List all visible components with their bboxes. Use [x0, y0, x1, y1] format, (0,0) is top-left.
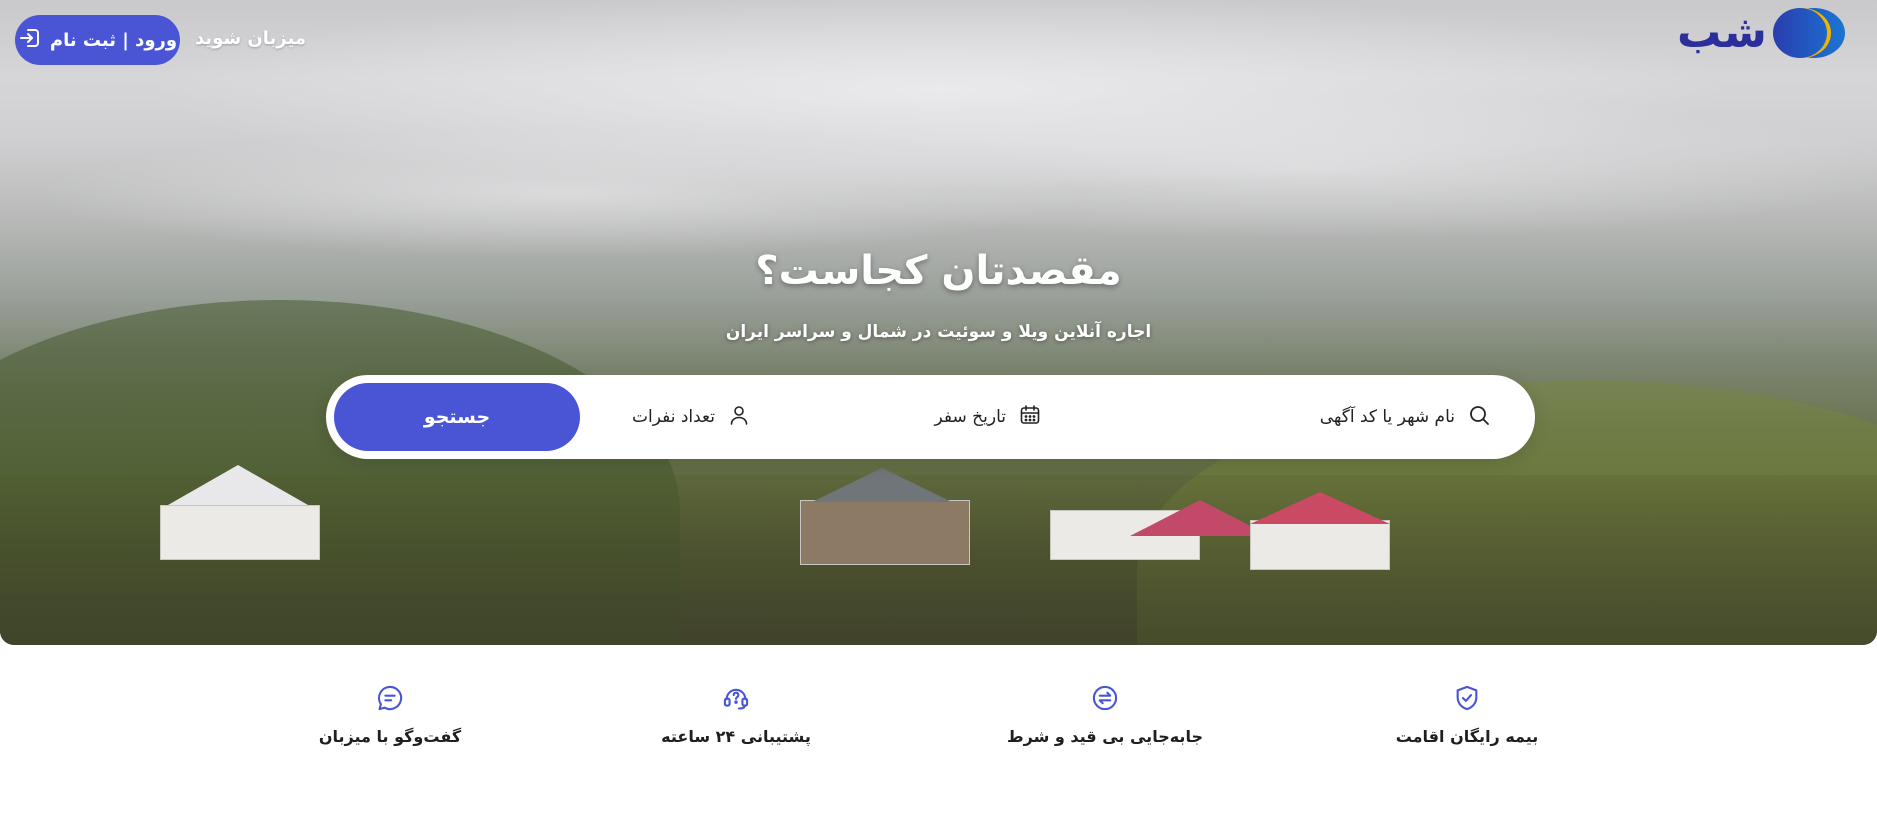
feature-label: جابه‌جایی بی قید و شرط: [1007, 727, 1203, 746]
search-icon: [1467, 403, 1491, 432]
hero-roof: [1250, 492, 1390, 524]
login-register-button[interactable]: ورود | ثبت نام: [15, 15, 180, 65]
headset-icon: [721, 683, 751, 713]
search-button[interactable]: جستجو: [334, 383, 580, 451]
hero-house: [800, 500, 970, 565]
hero-roof: [1130, 500, 1270, 536]
swap-icon: [1090, 683, 1120, 713]
hero-house: [160, 505, 320, 560]
login-register-label: ورود | ثبت نام: [49, 29, 178, 51]
hero-title: مقصدتان کجاست؟: [755, 248, 1122, 294]
city-search-field[interactable]: نام شهر یا کد آگهی: [1320, 375, 1491, 459]
hero-banner: شب ورود | ثبت نام میزبان شوید مقصدتان کج…: [0, 0, 1877, 645]
hero-roof: [812, 468, 952, 502]
feature-free-rescheduling: جابه‌جایی بی قید و شرط: [985, 683, 1225, 763]
guests-count-field[interactable]: تعداد نفرات: [632, 375, 751, 459]
feature-label: بیمه رایگان اقامت: [1395, 727, 1539, 746]
hero-roof: [168, 465, 308, 505]
feature-chat-with-host: گفت‌وگو با میزبان: [270, 683, 510, 763]
hero-subtitle: اجاره آنلاین ویلا و سوئیت در شمال و سراس…: [725, 322, 1152, 342]
feature-free-insurance: بیمه رایگان اقامت: [1347, 683, 1587, 763]
feature-support-24h: پشتیبانی ۲۴ ساعته: [616, 683, 856, 763]
login-icon: [18, 26, 42, 55]
logo-mark-icon: [1773, 6, 1845, 60]
calendar-icon: [1018, 403, 1042, 432]
travel-date-field[interactable]: تاریخ سفر: [935, 375, 1042, 459]
city-search-placeholder: نام شهر یا کد آگهی: [1319, 407, 1455, 427]
hero-house: [1250, 520, 1390, 570]
search-bar: نام شهر یا کد آگهی تاریخ سفر تعداد نفرات…: [326, 375, 1535, 459]
become-host-link[interactable]: میزبان شوید: [195, 24, 306, 54]
logo-text: شب: [1677, 7, 1767, 58]
guests-count-label: تعداد نفرات: [632, 407, 715, 427]
feature-label: گفت‌وگو با میزبان: [318, 727, 462, 746]
shield-check-icon: [1452, 683, 1482, 713]
site-logo[interactable]: شب: [1677, 6, 1845, 60]
travel-date-label: تاریخ سفر: [934, 407, 1006, 427]
chat-icon: [375, 683, 405, 713]
user-icon: [727, 403, 751, 432]
feature-label: پشتیبانی ۲۴ ساعته: [661, 727, 811, 746]
